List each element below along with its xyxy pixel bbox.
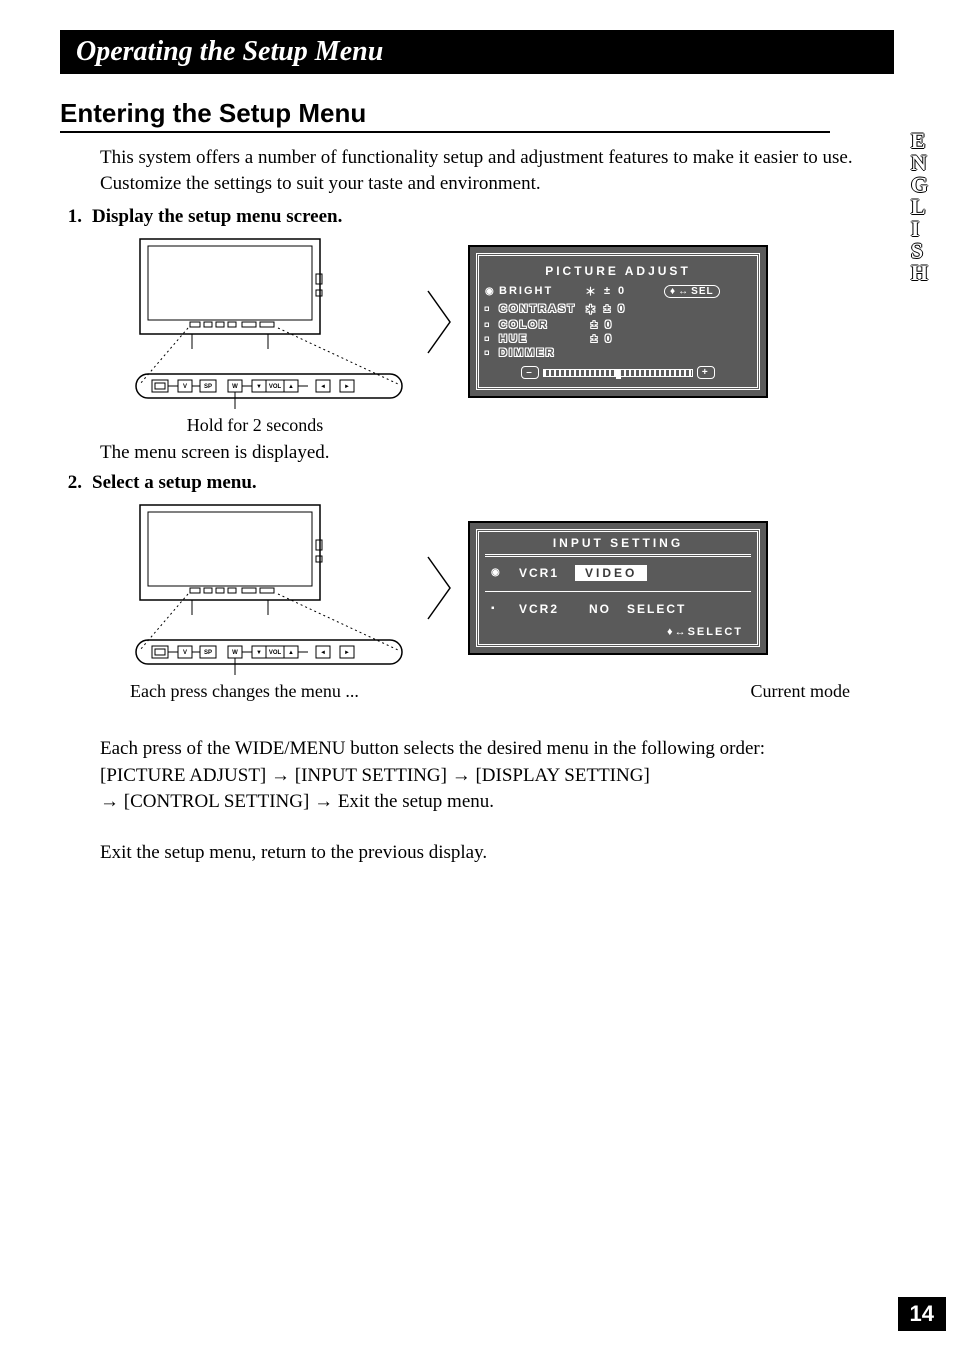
osd-row-val: 0 [618, 303, 658, 315]
svg-text:SP: SP [204, 650, 212, 656]
osd-row-label: BRIGHT [499, 285, 579, 297]
osd-row-label: HUE [499, 333, 579, 345]
bullet-icon: ▪ [485, 320, 493, 331]
osd-select-hint: ♦↔SELECT [485, 626, 751, 638]
leftright-icon: ↔ [675, 626, 688, 638]
osd-row-label: COLOR [499, 319, 579, 331]
step-1-number: 1. [60, 206, 82, 228]
figure-1: V SP W ▼ VOL ▲ ◄ ► PICTURE ADJUST [100, 234, 894, 409]
updown-icon: ♦ [670, 286, 676, 297]
svg-text:SP: SP [204, 384, 212, 390]
caption-right: Current mode [751, 681, 850, 702]
step-1-text: Display the setup menu screen. [92, 206, 342, 228]
osd-input-setting: INPUT SETTING ◉ VCR1 VIDEO ▪ VCR2 NO SEL… [468, 521, 768, 655]
bullet-icon: ◉ [491, 567, 503, 578]
leftright-icon: ↔ [678, 286, 689, 297]
page-number: 14 [898, 1297, 946, 1331]
osd-title: PICTURE ADJUST [485, 262, 751, 282]
osd-row-sign: ± [591, 333, 599, 345]
section-heading: Entering the Setup Menu [60, 98, 830, 133]
sel-badge: ♦ ↔ SEL [664, 285, 720, 298]
bullet-icon: ▪ [491, 603, 503, 614]
svg-text:V: V [183, 384, 187, 390]
svg-text:W: W [232, 384, 238, 390]
arrow-icon: → [452, 765, 471, 786]
menu-sequence: [PICTURE ADJUST] → [INPUT SETTING] → [DI… [100, 763, 860, 816]
minus-icon: – [521, 366, 539, 379]
osd-slider: – + [485, 366, 751, 379]
bullet-icon: ▪ [485, 334, 493, 345]
svg-text:►: ► [344, 384, 350, 390]
body-line-1: Each press of the WIDE/MENU button selec… [100, 736, 860, 763]
osd-row-text: SELECT [627, 602, 686, 616]
osd-row-label: VCR2 [519, 602, 559, 616]
osd-row-val: 0 [605, 319, 645, 331]
arrow-icon: → [271, 765, 290, 786]
arrow-icon: → [100, 791, 119, 812]
step-1: 1. Display the setup menu screen. [60, 206, 894, 228]
bullet-icon: ▪ [485, 348, 493, 359]
slider-bar [543, 369, 693, 377]
monitor-remote-illustration: V SP W ▼ VOL ▲ ◄ ► [100, 234, 410, 409]
updown-icon: ♦ [667, 626, 675, 638]
osd-row-val: 0 [618, 285, 658, 297]
osd-title: INPUT SETTING [485, 534, 751, 557]
osd-row-label: VCR1 [519, 566, 559, 580]
svg-text:▲: ▲ [288, 384, 294, 390]
osd-row-mark: ＊ [585, 301, 598, 317]
osd-row-sign: ± [591, 319, 599, 331]
svg-text:▲: ▲ [288, 650, 294, 656]
svg-text:VOL: VOL [269, 650, 282, 656]
body-paragraph-1: Each press of the WIDE/MENU button selec… [100, 736, 860, 816]
hold-caption: Hold for 2 seconds [120, 415, 390, 436]
svg-text:►: ► [344, 650, 350, 656]
svg-text:◄: ◄ [320, 650, 326, 656]
arrow-icon: → [314, 791, 333, 812]
osd-row-sign: ± [604, 303, 612, 315]
svg-text:VOL: VOL [269, 384, 282, 390]
bullet-icon: ◉ [485, 286, 493, 297]
svg-text:W: W [232, 650, 238, 656]
bullet-icon: ▪ [485, 304, 493, 315]
intro-text: This system offers a number of functiona… [100, 145, 860, 196]
step-1-result: The menu screen is displayed. [100, 442, 894, 464]
osd-row-sign: ± [604, 285, 612, 297]
svg-text:▼: ▼ [256, 384, 262, 390]
sel-text: SEL [691, 286, 713, 297]
osd-row-mark: ＊ [585, 283, 598, 299]
step-2: 2. Select a setup menu. [60, 472, 894, 494]
plus-icon: + [697, 366, 715, 379]
osd-picture-adjust: PICTURE ADJUST ◉ BRIGHT ＊ ± 0 ♦ ↔ SEL ▪ … [468, 245, 768, 398]
osd-row-label: CONTRAST [499, 303, 579, 315]
svg-text:▼: ▼ [256, 650, 262, 656]
monitor-remote-illustration: V SP W ▼ VOL ▲ ◄ ► [100, 500, 410, 675]
svg-text:◄: ◄ [320, 384, 326, 390]
step-2-number: 2. [60, 472, 82, 494]
arrow-right-icon [424, 553, 454, 623]
figure-2: V SP W ▼ VOL ▲ ◄ ► INPUT SETTING ◉ [100, 500, 894, 675]
body-paragraph-2: Exit the setup menu, return to the previ… [100, 840, 860, 867]
osd-row-value: VIDEO [575, 565, 647, 581]
svg-text:V: V [183, 650, 187, 656]
language-tab: ENGLISH [911, 130, 929, 284]
osd-row-label: DIMMER [499, 347, 579, 359]
caption-left: Each press changes the menu ... [130, 681, 359, 702]
osd-row-text: NO [589, 602, 611, 616]
arrow-right-icon [424, 287, 454, 357]
step-2-text: Select a setup menu. [92, 472, 257, 494]
osd-row-val: 0 [605, 333, 645, 345]
page-title: Operating the Setup Menu [60, 30, 894, 74]
